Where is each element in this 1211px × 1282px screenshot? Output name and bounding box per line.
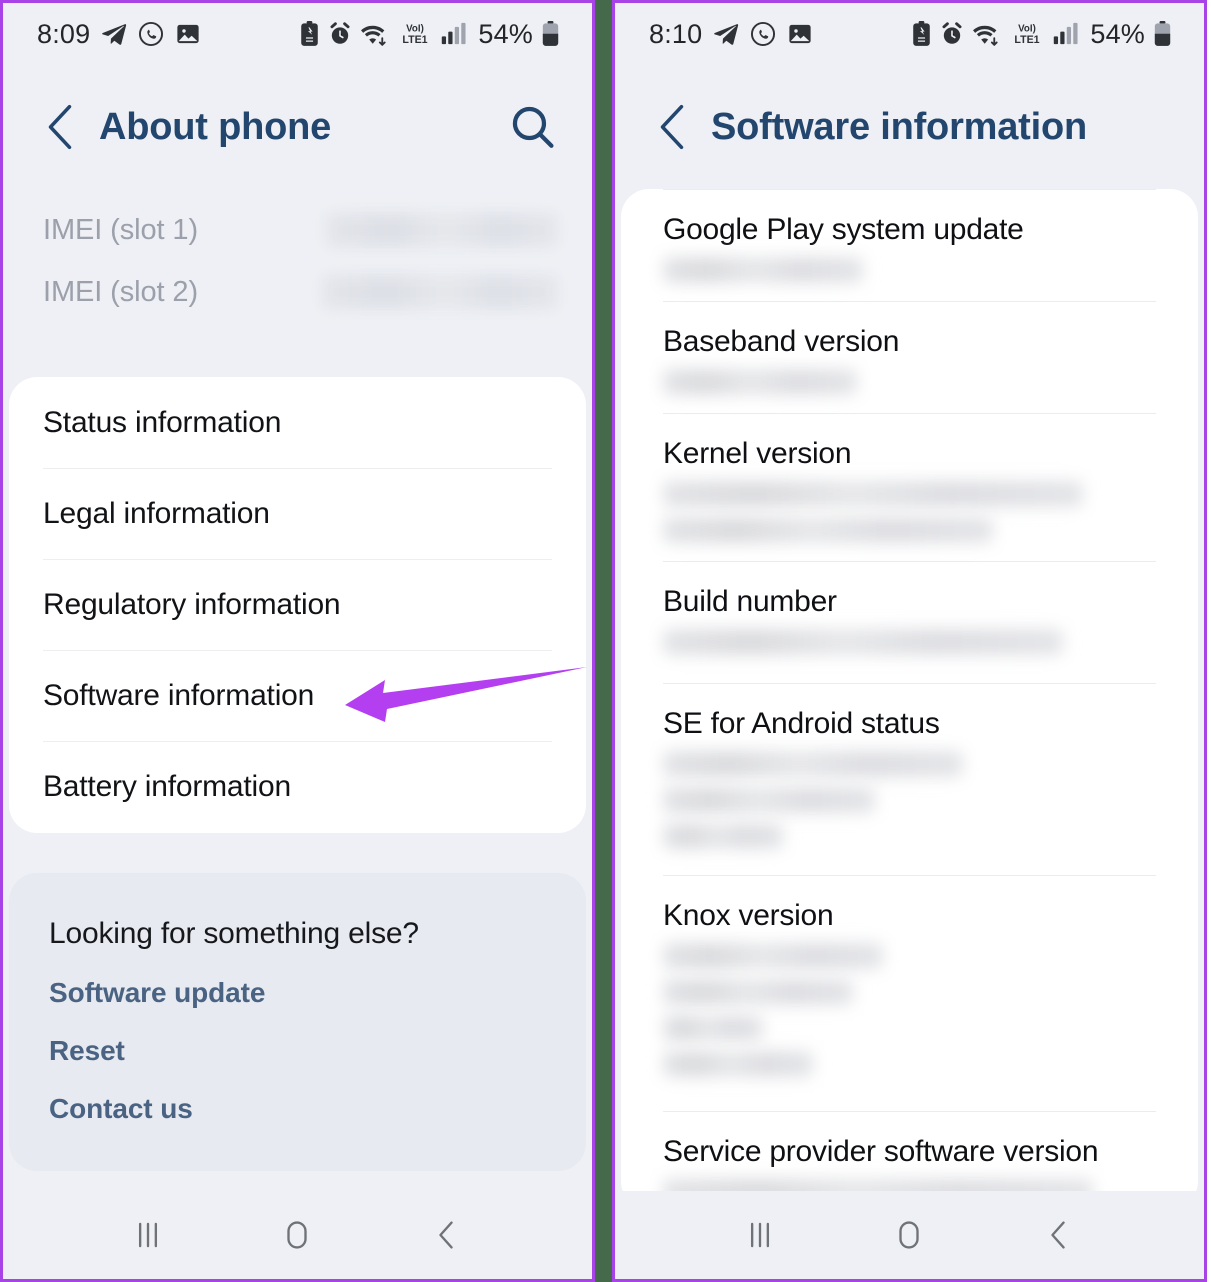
imei-row: IMEI (slot 1) xyxy=(3,199,592,261)
right-title-bar: Software information xyxy=(615,65,1204,189)
info-row-baseband-version[interactable]: Baseband version xyxy=(621,301,1198,413)
info-row-label: Service provider software version xyxy=(663,1135,1099,1168)
list-item-label: Battery information xyxy=(43,769,291,803)
whatsapp-icon xyxy=(139,21,164,47)
link-software-update[interactable]: Software update xyxy=(49,979,546,1007)
imei-slot2-value-blurred xyxy=(322,275,558,309)
home-icon[interactable] xyxy=(882,1208,936,1262)
volte-icon: VoI)LTE1 xyxy=(1015,24,1040,46)
recents-icon[interactable] xyxy=(121,1208,175,1262)
search-icon[interactable] xyxy=(510,104,556,150)
info-row-value-blurred xyxy=(663,257,1156,301)
info-row-value-blurred xyxy=(663,629,1156,683)
dual-screenshot-stage: 8:09 VoI) LTE1 54% About phone IMEI (slo… xyxy=(0,0,1211,1282)
back-icon[interactable] xyxy=(420,1208,474,1262)
looking-for-something-else-card: Looking for something else? Software upd… xyxy=(9,873,586,1171)
panel-divider xyxy=(592,0,615,1282)
battery-percent-label: 54% xyxy=(478,18,533,49)
left-title-bar: About phone xyxy=(3,65,592,189)
list-item-label: Legal information xyxy=(43,496,270,530)
battery-saver-icon xyxy=(913,21,931,46)
status-bar-right-group: VoI) LTE1 54% xyxy=(299,19,560,50)
status-bar-clock: 8:09 xyxy=(37,18,91,49)
wifi-icon xyxy=(361,25,386,46)
imei-slot1-label: IMEI (slot 1) xyxy=(43,213,198,246)
imei-slot2-label: IMEI (slot 2) xyxy=(43,275,198,308)
list-item-regulatory-information[interactable]: Regulatory information xyxy=(9,559,586,650)
left-nav-bar xyxy=(3,1191,592,1279)
info-row-value-blurred xyxy=(663,751,1156,875)
telegram-icon xyxy=(714,24,739,45)
back-chevron-icon[interactable] xyxy=(655,104,689,150)
list-item-battery-information[interactable]: Battery information xyxy=(9,741,586,832)
right-phone-screen: 8:10 VoI) LTE1 54% Software information G xyxy=(615,0,1207,1282)
info-row-google-play-system-update[interactable]: Google Play system update xyxy=(621,189,1198,301)
link-reset[interactable]: Reset xyxy=(49,1037,546,1065)
info-row-value-blurred xyxy=(663,943,1156,1111)
info-row-label: Kernel version xyxy=(663,437,852,470)
whatsapp-icon xyxy=(751,21,776,47)
signal-icon xyxy=(442,22,466,45)
wifi-icon xyxy=(973,25,998,46)
battery-icon xyxy=(1154,21,1171,46)
alarm-icon xyxy=(330,22,350,44)
info-row-label: Baseband version xyxy=(663,325,900,358)
right-nav-bar xyxy=(615,1191,1204,1279)
list-item-label: Regulatory information xyxy=(43,587,341,621)
back-chevron-icon[interactable] xyxy=(43,104,77,150)
imei-block: IMEI (slot 1) IMEI (slot 2) xyxy=(3,199,592,323)
signal-icon xyxy=(1054,22,1078,45)
imei-slot1-value-blurred xyxy=(326,213,558,247)
info-row-label: Google Play system update xyxy=(663,213,1024,246)
telegram-icon xyxy=(102,24,127,45)
battery-icon xyxy=(542,21,559,46)
alarm-icon xyxy=(942,22,962,44)
info-row-value-blurred xyxy=(663,481,1156,561)
about-phone-menu-card: Status information Legal information Reg… xyxy=(9,377,586,833)
volte-icon: VoI)LTE1 xyxy=(403,24,428,46)
back-icon[interactable] xyxy=(1032,1208,1086,1262)
info-row-knox-version[interactable]: Knox version xyxy=(621,875,1198,1111)
gallery-icon xyxy=(177,24,199,44)
status-bar-left-group: 8:10 xyxy=(649,19,813,50)
gallery-icon xyxy=(789,24,811,44)
list-item-legal-information[interactable]: Legal information xyxy=(9,468,586,559)
list-item-status-information[interactable]: Status information xyxy=(9,377,586,468)
info-row-label: Build number xyxy=(663,585,837,618)
software-information-card: Google Play system update Baseband versi… xyxy=(621,189,1198,1209)
svg-text:LTE1: LTE1 xyxy=(403,34,428,46)
info-row-kernel-version[interactable]: Kernel version xyxy=(621,413,1198,561)
info-row-label: SE for Android status xyxy=(663,707,940,740)
info-row-se-for-android-status[interactable]: SE for Android status xyxy=(621,683,1198,875)
status-bar-clock: 8:10 xyxy=(649,18,703,49)
recents-icon[interactable] xyxy=(733,1208,787,1262)
battery-saver-icon xyxy=(301,21,319,46)
info-row-value-blurred xyxy=(663,369,1156,413)
svg-text:LTE1: LTE1 xyxy=(1015,34,1040,46)
list-item-label: Software information xyxy=(43,678,315,712)
looking-for-title: Looking for something else? xyxy=(49,917,419,950)
link-contact-us[interactable]: Contact us xyxy=(49,1095,546,1123)
status-bar-right-group: VoI) LTE1 54% xyxy=(911,19,1172,50)
page-title: About phone xyxy=(99,105,332,148)
left-phone-screen: 8:09 VoI) LTE1 54% About phone IMEI (slo… xyxy=(0,0,592,1282)
left-status-bar: 8:09 VoI) LTE1 54% xyxy=(3,3,592,65)
right-status-bar: 8:10 VoI) LTE1 54% xyxy=(615,3,1204,65)
battery-percent-label: 54% xyxy=(1090,18,1145,49)
list-item-label: Status information xyxy=(43,405,282,439)
info-row-build-number[interactable]: Build number xyxy=(621,561,1198,683)
list-item-software-information[interactable]: Software information xyxy=(9,650,586,741)
page-title: Software information xyxy=(711,105,1088,148)
home-icon[interactable] xyxy=(270,1208,324,1262)
status-bar-left-group: 8:09 xyxy=(37,19,201,50)
info-row-label: Knox version xyxy=(663,899,834,932)
imei-row: IMEI (slot 2) xyxy=(3,261,592,323)
